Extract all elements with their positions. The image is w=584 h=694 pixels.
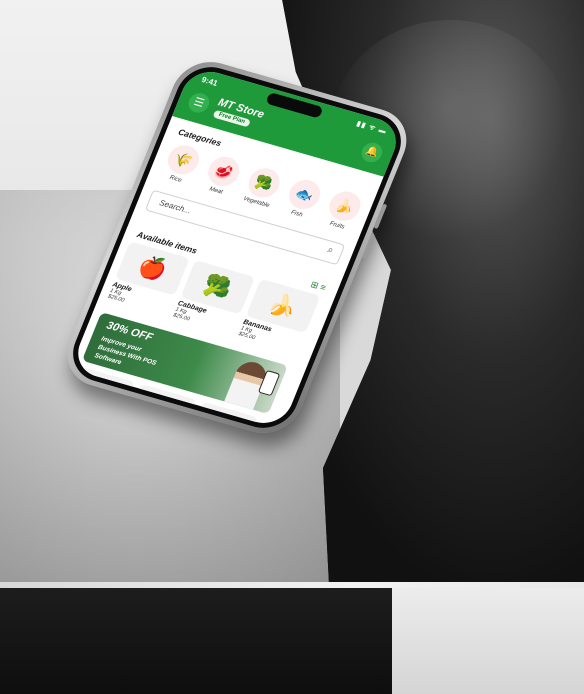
pedestal-light: [392, 588, 584, 694]
meat-icon: 🥩: [212, 161, 236, 181]
menu-button[interactable]: ☰: [185, 90, 213, 115]
rice-icon: 🌾: [172, 149, 195, 170]
cabbage-icon: 🥦: [200, 271, 236, 303]
banana-icon: 🍌: [265, 290, 302, 321]
menu-icon: ☰: [191, 95, 206, 110]
vegetable-icon: 🥦: [252, 172, 276, 193]
category-fruits[interactable]: 🍌 Fruits: [318, 187, 369, 234]
category-label: Vegetable: [242, 196, 271, 210]
search-icon[interactable]: ⌕: [326, 244, 336, 256]
view-toggle-icons[interactable]: ⊞ ≡: [309, 279, 327, 293]
status-time: 9:41: [200, 75, 220, 88]
category-label: Fish: [290, 209, 304, 219]
fruits-icon: 🍌: [333, 195, 357, 216]
apple-icon: 🍎: [134, 252, 171, 284]
item-card-bananas[interactable]: 🍌 Bananas 1 Kg $25.00: [237, 278, 321, 354]
category-label: Rice: [168, 174, 183, 184]
category-label: Meat: [208, 186, 224, 196]
notifications-button[interactable]: 🔔: [358, 140, 386, 165]
pedestal-dark: [0, 588, 392, 694]
search-placeholder: Search...: [158, 198, 193, 216]
status-icons: ▮▮ ᯤ ▬: [355, 120, 388, 136]
category-label: Fruits: [328, 220, 346, 231]
fish-icon: 🐟: [293, 184, 317, 204]
bell-icon: 🔔: [364, 145, 381, 159]
